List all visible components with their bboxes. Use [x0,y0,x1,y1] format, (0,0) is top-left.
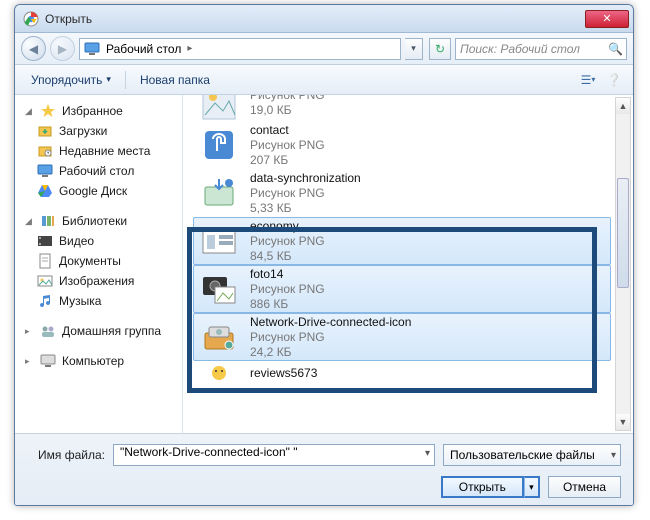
address-dropdown-button[interactable]: ▾ [405,38,423,60]
scroll-down-button[interactable]: ▼ [616,414,630,430]
document-icon [37,253,53,269]
separator [125,71,126,89]
recent-icon [37,143,53,159]
open-dropdown-button[interactable]: ▾ [524,476,540,498]
desktop-icon [84,41,100,57]
file-icon [199,125,239,165]
pictures-icon [37,273,53,289]
sidebar-item-downloads[interactable]: Загрузки [21,121,182,141]
address-text: Рабочий стол [106,42,181,56]
view-options-button[interactable]: ☰ ▾ [577,69,599,91]
file-icon [199,363,239,383]
footer: Имя файла: "Network-Drive-connected-icon… [15,433,633,506]
file-row[interactable]: data-synchronizationРисунок PNG5,33 КБ [193,169,611,217]
address-bar[interactable]: Рабочий стол ▸ [79,38,401,60]
gdrive-icon [37,183,53,199]
homegroup-icon [40,323,56,339]
file-type-filter[interactable]: Пользовательские файлы [443,444,621,466]
filename-label: Имя файла: [27,448,105,462]
file-row[interactable]: foto14Рисунок PNG886 КБ [193,265,611,313]
star-icon [40,103,56,119]
computer-icon [40,353,56,369]
sidebar-favorites[interactable]: ◢Избранное [21,101,182,121]
titlebar: Открыть ✕ [15,5,633,33]
open-dialog: Открыть ✕ ◀ ▶ Рабочий стол ▸ ▾ ↻ Поиск: … [14,4,634,506]
file-icon [199,317,239,357]
file-icon [199,173,239,213]
file-icon [199,221,239,261]
sidebar-homegroup[interactable]: ▸Домашняя группа [21,321,182,341]
navbar: ◀ ▶ Рабочий стол ▸ ▾ ↻ Поиск: Рабочий ст… [15,33,633,65]
open-button[interactable]: Открыть ▾ [441,476,540,498]
file-icon [199,95,239,123]
search-placeholder: Поиск: Рабочий стол [460,42,580,56]
file-row[interactable]: contactРисунок PNG207 КБ [193,121,611,169]
file-row[interactable]: reviews5673 [193,361,611,385]
file-list: Рисунок PNG19,0 КБ contactРисунок PNG207… [183,95,633,433]
chrome-icon [23,11,39,27]
organize-button[interactable]: Упорядочить ▾ [23,70,119,90]
sidebar-libraries[interactable]: ◢Библиотеки [21,211,182,231]
scroll-thumb[interactable] [617,178,629,288]
search-icon: 🔍 [608,42,622,56]
nav-forward-button[interactable]: ▶ [50,36,75,61]
sidebar: ◢Избранное Загрузки Недавние места Рабоч… [15,95,183,433]
file-row[interactable]: economyРисунок PNG84,5 КБ [193,217,611,265]
nav-back-button[interactable]: ◀ [21,36,46,61]
cancel-button[interactable]: Отмена [548,476,621,498]
close-button[interactable]: ✕ [585,10,629,28]
scroll-up-button[interactable]: ▲ [616,98,630,114]
libraries-icon [40,213,56,229]
sidebar-item-gdrive[interactable]: Google Диск [21,181,182,201]
sidebar-item-recent[interactable]: Недавние места [21,141,182,161]
toolbar: Упорядочить ▾ Новая папка ☰ ▾ ❔ [15,65,633,95]
sidebar-item-pictures[interactable]: Изображения [21,271,182,291]
file-row[interactable]: Network-Drive-connected-iconРисунок PNG2… [193,313,611,361]
file-row[interactable]: Рисунок PNG19,0 КБ [193,95,611,121]
download-icon [37,123,53,139]
help-button[interactable]: ❔ [603,69,625,91]
sidebar-computer[interactable]: ▸Компьютер [21,351,182,371]
sidebar-item-music[interactable]: Музыка [21,291,182,311]
music-icon [37,293,53,309]
chevron-right-icon: ▸ [187,43,192,54]
filename-input[interactable]: "Network-Drive-connected-icon" " [113,444,435,466]
video-icon [37,233,53,249]
refresh-button[interactable]: ↻ [429,38,451,60]
search-input[interactable]: Поиск: Рабочий стол 🔍 [455,38,627,60]
new-folder-button[interactable]: Новая папка [132,70,218,90]
desktop-icon [37,163,53,179]
sidebar-item-videos[interactable]: Видео [21,231,182,251]
sidebar-item-documents[interactable]: Документы [21,251,182,271]
sidebar-item-desktop[interactable]: Рабочий стол [21,161,182,181]
scrollbar[interactable]: ▲ ▼ [615,97,631,431]
window-title: Открыть [45,12,585,26]
file-icon [199,269,239,309]
